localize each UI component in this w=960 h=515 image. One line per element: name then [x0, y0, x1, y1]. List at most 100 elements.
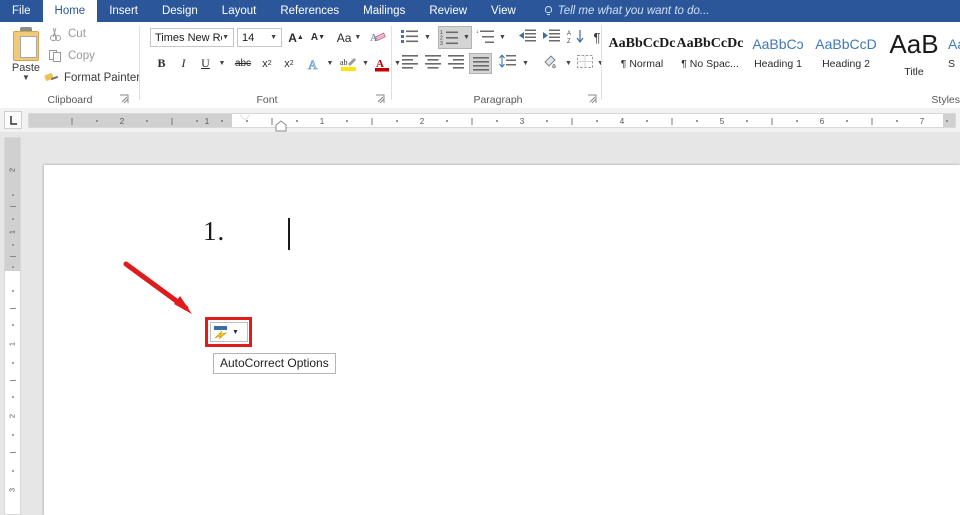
font-family-value: Times New Ro	[155, 31, 223, 44]
copy-button[interactable]: Copy	[48, 49, 95, 63]
paste-dropdown-caret-icon[interactable]: ▼	[6, 74, 46, 82]
bullets-button[interactable]	[400, 28, 422, 47]
chevron-down-icon: ▼	[565, 60, 572, 67]
bold-button[interactable]: B	[152, 54, 171, 73]
line-spacing-button[interactable]	[498, 54, 520, 73]
justify-button[interactable]	[469, 53, 492, 74]
sort-button[interactable]: A Z	[567, 28, 589, 47]
paste-button[interactable]: Paste ▼	[6, 25, 46, 91]
shrink-font-button[interactable]: A ▼	[308, 28, 328, 47]
cut-label: Cut	[68, 28, 86, 40]
ribbon-tab-bar: File Home Insert Design Layout Reference…	[0, 0, 960, 22]
style-preview: Aa	[948, 36, 960, 52]
align-left-button[interactable]	[400, 54, 422, 73]
cut-button[interactable]: Cut	[48, 27, 86, 41]
format-painter-button[interactable]: Format Painter	[44, 71, 140, 85]
multilevel-list-button[interactable]: 1	[476, 28, 498, 47]
tab-layout[interactable]: Layout	[210, 0, 269, 22]
tab-insert[interactable]: Insert	[97, 0, 150, 22]
font-dialog-launcher[interactable]	[375, 94, 386, 105]
tab-mailings[interactable]: Mailings	[351, 0, 417, 22]
ruler-tick: 6	[819, 117, 825, 126]
bullets-dropdown[interactable]: ▼	[422, 28, 433, 47]
bold-label: B	[157, 56, 166, 70]
style-heading-1[interactable]: AaBbCɔ Heading 1	[744, 27, 812, 81]
shading-icon	[544, 55, 556, 69]
autocorrect-options-button[interactable]: ▼	[210, 322, 248, 342]
copy-icon	[48, 49, 63, 63]
tab-home[interactable]: Home	[42, 0, 98, 22]
underline-dropdown[interactable]: ▼	[216, 54, 228, 73]
group-divider	[601, 26, 602, 100]
vruler-tick: 1	[7, 341, 17, 347]
align-right-button[interactable]	[446, 54, 468, 73]
font-family-combo[interactable]: Times New Ro ▼	[150, 28, 234, 47]
numbering-button[interactable]: 1 2 3 ▼	[438, 26, 472, 49]
red-arrow-annotation	[123, 261, 192, 314]
horizontal-ruler[interactable]: 2 1 1 2 3 4 5 6 7	[28, 113, 956, 128]
change-case-button[interactable]: Aa ▼	[334, 28, 364, 47]
left-margin-region	[29, 114, 232, 127]
first-line-indent-marker[interactable]	[240, 114, 250, 120]
font-group-label: Font	[256, 94, 278, 106]
sort-icon: A Z	[567, 30, 584, 45]
hanging-indent-marker	[275, 120, 287, 132]
chevron-down-icon[interactable]: ▼	[354, 34, 361, 41]
clear-formatting-button[interactable]: A	[368, 28, 388, 47]
font-size-value: 14	[242, 31, 255, 44]
group-divider	[391, 26, 392, 100]
underline-button[interactable]: U	[196, 54, 215, 73]
style-subtitle-partial[interactable]: Aa S	[948, 27, 960, 81]
chevron-down-icon[interactable]: ▼	[232, 329, 239, 336]
text-effects-dropdown[interactable]: ▼	[324, 54, 336, 73]
font-color-button[interactable]: A	[372, 54, 392, 73]
tell-me-search[interactable]: Tell me what you want to do...	[528, 0, 720, 22]
increase-indent-icon	[543, 29, 560, 42]
paragraph-dialog-launcher[interactable]	[587, 94, 598, 105]
italic-button[interactable]: I	[174, 54, 193, 73]
chevron-down-icon[interactable]: ▼	[222, 34, 233, 41]
shading-button[interactable]	[541, 54, 563, 73]
vertical-ruler[interactable]: 2 1 1 2 3	[4, 137, 21, 515]
decrease-indent-button[interactable]	[518, 28, 540, 47]
font-color-icon: A	[375, 58, 389, 71]
highlight-dropdown[interactable]: ▼	[360, 54, 371, 73]
text-effects-button[interactable]: A	[304, 54, 324, 73]
style-title[interactable]: AaB Title	[880, 27, 948, 81]
align-center-icon	[425, 55, 441, 69]
ruler-tick: 4	[619, 117, 625, 126]
ribbon-group-font: Times New Ro ▼ 14 ▼ A ▲ A ▼ Aa ▼ A B I U…	[142, 22, 401, 108]
scissors-icon	[48, 27, 63, 41]
chevron-down-icon[interactable]: ▼	[270, 34, 281, 41]
tab-review[interactable]: Review	[417, 0, 479, 22]
superscript-button[interactable]: x2	[279, 54, 299, 73]
vruler-tick: 2	[7, 167, 17, 173]
clipboard-dialog-launcher[interactable]	[119, 94, 130, 105]
align-right-icon	[448, 55, 464, 69]
strikethrough-button[interactable]: abc	[231, 54, 255, 73]
multilevel-dropdown[interactable]: ▼	[497, 28, 508, 47]
tab-references[interactable]: References	[268, 0, 351, 22]
tab-design[interactable]: Design	[150, 0, 210, 22]
style-no-spacing[interactable]: AaBbCcDc ¶ No Spac...	[676, 27, 744, 81]
line-spacing-dropdown[interactable]: ▼	[520, 54, 531, 73]
subscript-button[interactable]: x2	[257, 54, 277, 73]
style-normal[interactable]: AaBbCcDc ¶ Normal	[608, 27, 676, 81]
bullets-icon	[401, 30, 418, 43]
document-page[interactable]: 1.	[44, 165, 960, 515]
chevron-down-icon: ▼	[522, 60, 529, 67]
decrease-indent-icon	[519, 29, 536, 42]
tab-file[interactable]: File	[0, 0, 43, 22]
shading-dropdown[interactable]: ▼	[563, 54, 574, 73]
highlight-color-button[interactable]: ab	[338, 54, 360, 73]
grow-font-button[interactable]: A ▲	[286, 28, 306, 47]
tab-stop-selector[interactable]	[4, 111, 22, 129]
style-heading-2[interactable]: AaBbCcD Heading 2	[812, 27, 880, 81]
highlighter-icon: ab	[340, 57, 356, 71]
increase-indent-button[interactable]	[542, 28, 564, 47]
tab-view[interactable]: View	[479, 0, 528, 22]
align-center-button[interactable]	[423, 54, 445, 73]
paintbrush-icon	[44, 71, 59, 85]
svg-text:1: 1	[476, 29, 479, 34]
font-size-combo[interactable]: 14 ▼	[237, 28, 282, 47]
